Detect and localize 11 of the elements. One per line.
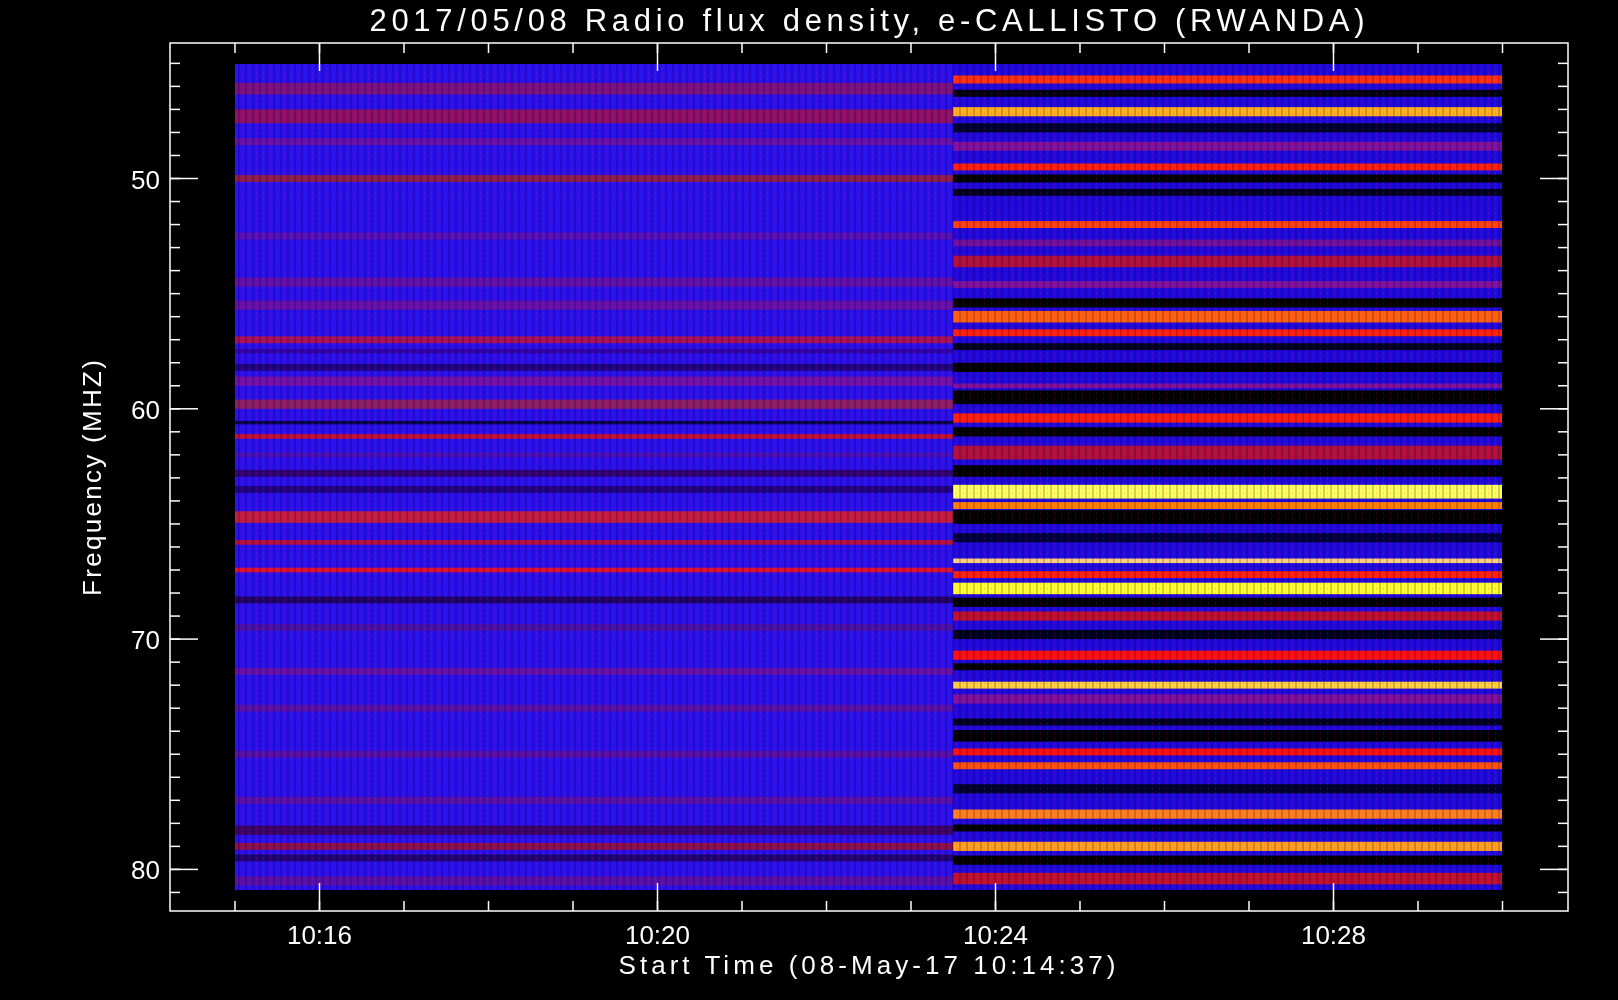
y-axis-label: Frequency (MHZ) — [77, 360, 107, 596]
x-tick-label: 10:28 — [1300, 920, 1367, 950]
y-tick-label: 70 — [131, 625, 160, 656]
x-tick-label: 10:20 — [624, 920, 691, 950]
x-tick-label: 10:24 — [962, 920, 1029, 950]
chart-title: 2017/05/08 Radio flux density, e-CALLISTO (RWANDA) — [369, 3, 1365, 38]
y-tick-label: 50 — [131, 164, 160, 195]
y-tick-label: 80 — [131, 855, 160, 886]
x-tick-label: 10:16 — [286, 920, 353, 950]
y-tick-label: 60 — [131, 394, 160, 425]
x-axis-label: Start Time (08-May-17 10:14:37) — [618, 950, 1116, 980]
